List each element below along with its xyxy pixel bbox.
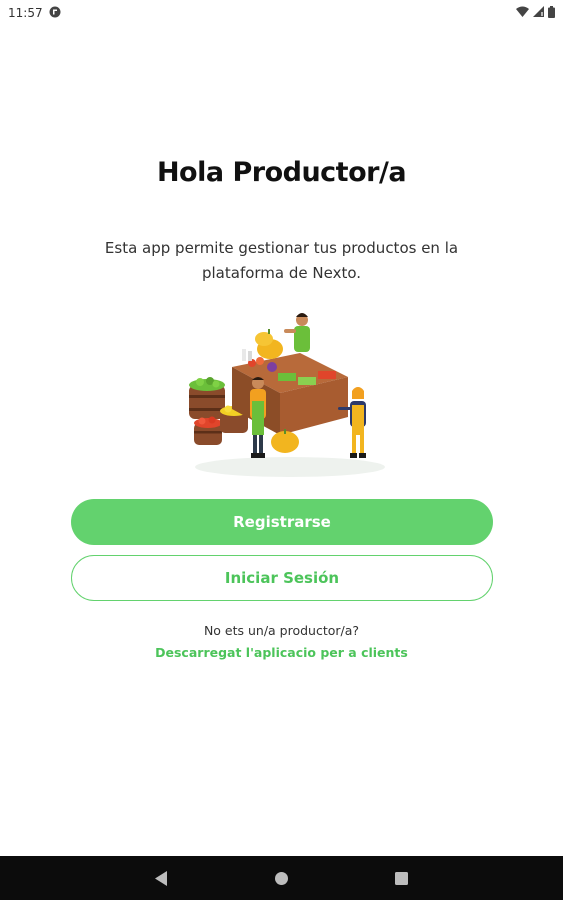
status-bar: 11:57 <box>0 0 563 26</box>
navigation-bar <box>0 856 563 900</box>
recents-icon[interactable] <box>395 872 408 885</box>
signal-icon <box>533 6 544 20</box>
not-producer-question: No ets un/a productor/a? <box>203 623 360 638</box>
battery-icon <box>548 5 555 21</box>
status-time: 11:57 <box>8 6 43 20</box>
farmer-woman <box>284 313 310 352</box>
register-button[interactable]: Registrarse <box>71 499 493 545</box>
status-right <box>516 5 555 21</box>
home-icon[interactable] <box>275 872 288 885</box>
pumpkin <box>271 431 299 453</box>
barrel-tomatoes <box>194 416 222 445</box>
market-stall-illustration <box>180 305 385 480</box>
login-button[interactable]: Iniciar Sesión <box>71 555 493 601</box>
barrel-apples <box>189 377 225 419</box>
download-client-app-link[interactable]: Descarregat l'aplicacio per a clients <box>0 645 563 660</box>
market-stall <box>232 349 348 435</box>
back-icon[interactable] <box>155 871 167 886</box>
app-notification-icon <box>49 6 61 21</box>
wifi-icon <box>516 6 529 20</box>
status-left: 11:57 <box>8 6 61 21</box>
pumpkin-pile <box>255 329 283 359</box>
page-title: Hola Productor/a <box>156 157 407 188</box>
app-description: Esta app permite gestionar tus productos… <box>104 239 459 282</box>
